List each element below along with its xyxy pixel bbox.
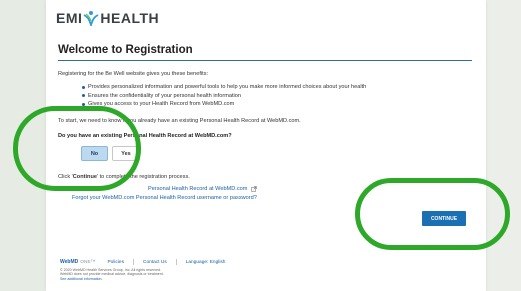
title-divider (58, 60, 472, 61)
highlight-circle-continue (355, 178, 510, 250)
intro-text: Registering for the Be Well website give… (58, 71, 209, 77)
footer-divider (175, 259, 177, 265)
existing-record-link[interactable]: Personal Health Record at WebMD.com (148, 186, 258, 192)
highlight-circle-no-yes (13, 106, 141, 191)
page-title: Welcome to Registration (58, 44, 193, 56)
emi-health-logo-mark-icon (83, 11, 99, 26)
benefit-text: Provides personalized information and po… (88, 84, 367, 91)
benefit-item: Provides personalized information and po… (82, 83, 366, 92)
logo-text-left: EMI (56, 10, 83, 26)
benefit-text: Ensures the confidentiality of your pers… (88, 92, 241, 99)
webmd-one-logo: ONE™ (80, 259, 96, 265)
footer-nav: WebMD ONE™ Policies Contact Us Language:… (60, 259, 225, 265)
benefit-item: Gives you access to your Health Record f… (82, 100, 366, 109)
benefit-text: Gives you access to your Health Record f… (88, 101, 235, 108)
footer-link-contact[interactable]: Contact Us (143, 260, 167, 265)
additional-info-link[interactable]: See additional information. (60, 277, 260, 281)
footer-divider (132, 259, 134, 265)
benefits-list: Provides personalized information and po… (82, 83, 366, 109)
footer-link-policies[interactable]: Policies (107, 260, 124, 265)
emi-health-logo: EMI HEALTH (56, 10, 159, 26)
footer-link-language[interactable]: Language: English (186, 260, 226, 265)
existing-record-link-text[interactable]: Personal Health Record at WebMD.com (148, 186, 247, 192)
webmd-logo: WebMD (60, 259, 79, 265)
bullet-icon (82, 94, 85, 98)
forgot-credentials-link[interactable]: Forgot your WebMD.com Personal Health Re… (72, 195, 257, 201)
bullet-icon (82, 85, 85, 89)
external-link-icon[interactable] (251, 186, 258, 192)
benefit-item: Ensures the confidentiality of your pers… (82, 92, 366, 101)
logo-text-right: HEALTH (100, 10, 160, 26)
copyright-block: © 2020 WebMD Health Services Group, Inc.… (60, 268, 260, 281)
